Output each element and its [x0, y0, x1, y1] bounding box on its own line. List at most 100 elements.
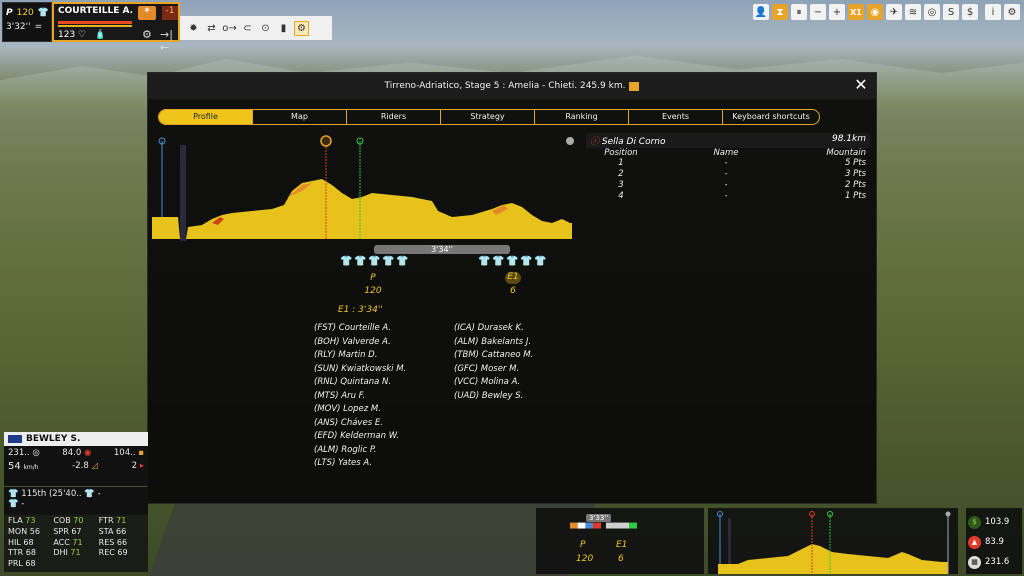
- mini-stage-profile[interactable]: [708, 508, 958, 574]
- cell-name: -: [724, 180, 728, 190]
- rider-entry[interactable]: (MOV) Lopez M.: [314, 404, 406, 418]
- cell-points: 5 Pts: [845, 158, 866, 168]
- profile-elevation: [152, 179, 572, 239]
- rider-entry[interactable]: (ICA) Durasek K.: [454, 323, 533, 337]
- slower-icon[interactable]: −: [810, 4, 826, 20]
- hourglass-icon[interactable]: ⧗: [772, 4, 788, 20]
- s-icon[interactable]: S: [943, 4, 959, 20]
- target-icon[interactable]: ◎: [924, 4, 940, 20]
- tab-events[interactable]: Events: [629, 110, 723, 124]
- remaining-distance: $103.9: [968, 512, 1020, 532]
- rank-dash: -: [97, 489, 101, 499]
- info-buttons: i ⚙: [985, 4, 1020, 20]
- attr-dhi: DHI 71: [53, 548, 81, 558]
- info-icon[interactable]: i: [985, 4, 1001, 20]
- settings-order-icon[interactable]: ⚙: [294, 20, 309, 36]
- table-header: Position Name Mountain: [586, 148, 870, 158]
- rider-detail-panel[interactable]: BEWLEY S. 231.. ◎ 84.0 ◉ 104.. ▪ 54 km/h…: [4, 432, 148, 572]
- pause-icon[interactable]: ⏸: [791, 4, 807, 20]
- rider-entry[interactable]: (ANS) Cháves E.: [314, 418, 406, 432]
- mountain-icon: ▲: [968, 535, 981, 549]
- minus-icon[interactable]: =: [35, 22, 43, 32]
- rider-entry[interactable]: (RNL) Quintana N.: [314, 377, 406, 391]
- jersey-blue-icon: 👕: [354, 256, 367, 267]
- bottle-icon[interactable]: ▮: [276, 21, 291, 36]
- faster-icon[interactable]: +: [829, 4, 845, 20]
- rider-list-right: (ICA) Durasek K. (ALM) Bakelants J. (TBM…: [454, 323, 533, 404]
- group-e1-count: 6: [510, 286, 516, 296]
- rider-entry[interactable]: (TBM) Cattaneo M.: [454, 350, 533, 364]
- jersey-white-icon: 👕: [368, 256, 381, 267]
- arrows-icon[interactable]: →|←: [160, 28, 178, 54]
- rider-entry[interactable]: (ALM) Roglic P.: [314, 445, 406, 459]
- energy-value: 123 ♡ 🧴: [58, 30, 106, 40]
- relay-order-icon[interactable]: o→: [222, 21, 237, 36]
- tab-ranking[interactable]: Ranking: [535, 110, 629, 124]
- group-p-count: 120: [364, 286, 382, 296]
- group-e1-label[interactable]: E1: [503, 272, 523, 284]
- attr-ttr: TTR 68: [8, 548, 36, 558]
- rider-entry[interactable]: (BOH) Valverde A.: [314, 337, 406, 351]
- rider-entry[interactable]: (LTS) Yates A.: [314, 458, 406, 472]
- rider-entry[interactable]: (UAD) Bewley S.: [454, 391, 533, 405]
- col-position: Position: [604, 148, 638, 158]
- jersey-icon: 👕: [37, 8, 50, 18]
- mini-groups-panel[interactable]: 3'33'' ▀▀▀▀ ▀▀▀▀ P E1 120 6: [536, 508, 704, 574]
- kom-icon[interactable]: [320, 135, 332, 147]
- attack-order-icon[interactable]: ✹: [186, 21, 201, 36]
- jersey-grey-icon: 👕: [506, 256, 519, 267]
- team-jersey-icon: ✶: [138, 6, 156, 20]
- tab-strategy[interactable]: Strategy: [441, 110, 535, 124]
- dollar-icon[interactable]: $: [962, 4, 978, 20]
- rider-entry[interactable]: (VCC) Molina A.: [454, 377, 533, 391]
- profile-settings-icon[interactable]: [566, 137, 574, 145]
- camera-eye-icon[interactable]: ◉: [867, 4, 883, 20]
- stat-distance: 231.. ◎: [8, 448, 40, 458]
- cell-position: 4: [618, 191, 624, 201]
- rider-entry[interactable]: (FST) Courteille A.: [314, 323, 406, 337]
- rider-entry[interactable]: (GFC) Moser M.: [454, 364, 533, 378]
- rider-entry[interactable]: (SUN) Kwiatkowski M.: [314, 364, 406, 378]
- peloton-summary[interactable]: P 120 👕 3'32'' =: [2, 2, 52, 42]
- draft-order-icon[interactable]: ⊂: [240, 21, 255, 36]
- gap-time: 3'32'': [6, 22, 31, 32]
- attr-rec: REC 69: [98, 548, 128, 558]
- rider-entry[interactable]: (ALM) Bakelants J.: [454, 337, 533, 351]
- jersey-green-icon: 👕: [8, 499, 19, 509]
- rider-entry[interactable]: (RLY) Martin D.: [314, 350, 406, 364]
- wind-icon[interactable]: ≋: [905, 4, 921, 20]
- finish-flag-icon: ▦: [968, 555, 981, 569]
- selected-rider-card[interactable]: COURTEILLE A. ✶ -1 123 ♡ 🧴 ⚙ →|←: [52, 2, 180, 54]
- rider-rank: 👕 115th (25'40.. 👕 - 👕 -: [4, 487, 148, 515]
- stage-profile-chart[interactable]: [152, 131, 572, 241]
- follow-order-icon[interactable]: ⇄: [204, 21, 219, 36]
- race-info-dialog: Tirreno-Adriatico, Stage 5 : Amelia - Ch…: [147, 72, 877, 504]
- bike-icon[interactable]: ✈: [886, 4, 902, 20]
- rider-entry[interactable]: (EFD) Kelderman W.: [314, 431, 406, 445]
- attr-hil: HIL 68: [8, 537, 34, 547]
- tab-map[interactable]: Map: [253, 110, 347, 124]
- tab-keyboard-shortcuts[interactable]: Keyboard shortcuts: [723, 110, 819, 124]
- start-marker-bar: [180, 145, 186, 241]
- dialog-title: Tirreno-Adriatico, Stage 5 : Amelia - Ch…: [384, 81, 626, 91]
- mountain-distance: 98.1km: [831, 134, 866, 144]
- user-icon[interactable]: 👤: [753, 4, 769, 20]
- tab-riders[interactable]: Riders: [347, 110, 441, 124]
- gear-icon[interactable]: ⚙: [142, 28, 152, 41]
- feed-order-icon[interactable]: ⊙: [258, 21, 273, 36]
- group-p-label[interactable]: P: [364, 273, 382, 283]
- tab-profile[interactable]: Profile: [159, 110, 253, 124]
- mini-finish-icon: [945, 511, 951, 517]
- cell-points: 2 Pts: [845, 180, 866, 190]
- close-icon[interactable]: ✕: [852, 76, 870, 94]
- cell-position: 3: [618, 180, 624, 190]
- breakaway-jerseys: 👕 👕 👕 👕 👕: [478, 257, 546, 267]
- rider-entry[interactable]: (MTS) Aru F.: [314, 391, 406, 405]
- group-count: 120: [16, 8, 34, 18]
- jersey-blue2-icon: 👕: [396, 256, 409, 267]
- settings-icon[interactable]: ⚙: [1004, 4, 1020, 20]
- attr-cob: COB 70: [53, 516, 84, 525]
- attr-fla: FLA 73: [8, 516, 36, 525]
- rider-stats: 231.. ◎ 84.0 ◉ 104.. ▪ 54 km/h -2.8 ◿ 2 …: [4, 446, 148, 486]
- dialog-title-bar: Tirreno-Adriatico, Stage 5 : Amelia - Ch…: [148, 73, 876, 99]
